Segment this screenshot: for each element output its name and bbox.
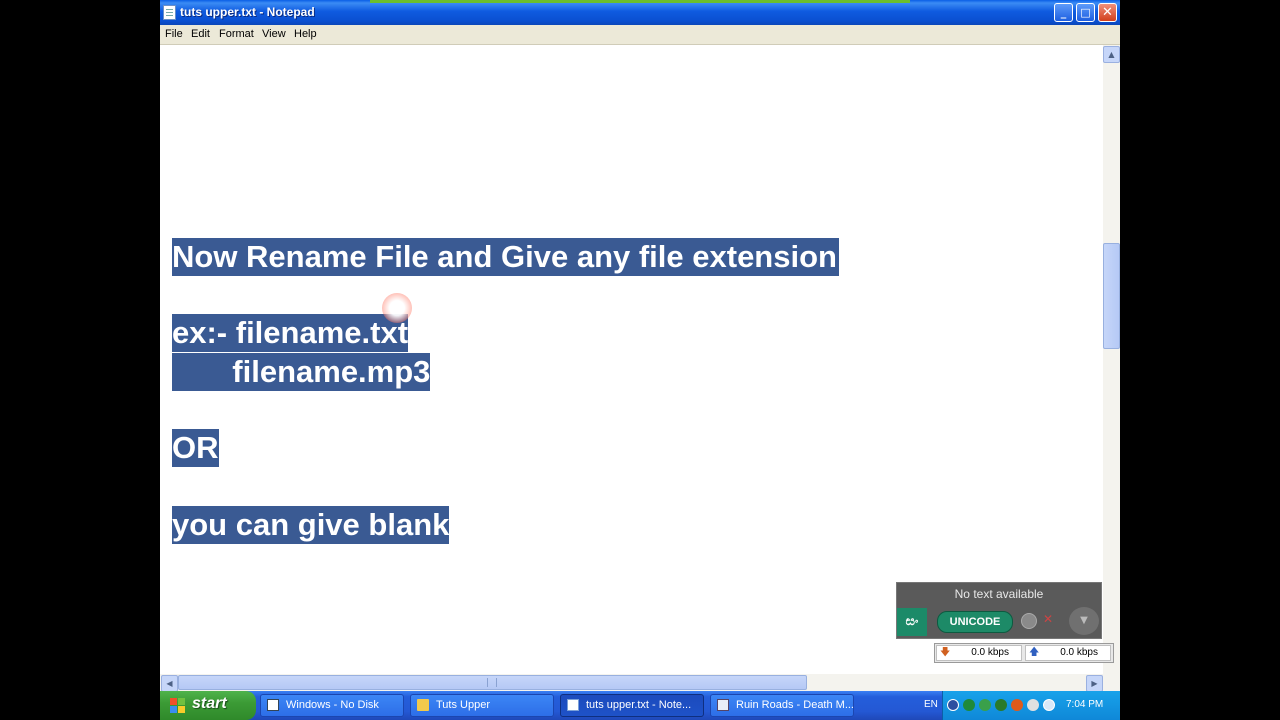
menu-format[interactable]: Format: [219, 28, 254, 40]
text-editor[interactable]: Now Rename File and Give any file extens…: [160, 45, 1103, 674]
task-label: Windows - No Disk: [286, 699, 379, 711]
vertical-scroll-thumb[interactable]: [1103, 243, 1120, 349]
text-line-example-2: filename.mp3: [172, 353, 431, 391]
scroll-grip: [487, 678, 497, 687]
start-button[interactable]: start: [160, 691, 256, 720]
scroll-left-button[interactable]: ◀: [161, 675, 178, 692]
security-icon[interactable]: [1011, 699, 1023, 711]
vertical-scrollbar[interactable]: ▲: [1103, 45, 1120, 674]
clock[interactable]: 7:04 PM: [1066, 699, 1103, 710]
task-label: Ruin Roads - Death M...: [736, 699, 854, 711]
maximize-button[interactable]: □: [1076, 3, 1095, 22]
widget-status-text: No text available: [954, 587, 1044, 601]
system-tray: 7:04 PM: [942, 691, 1120, 720]
close-button[interactable]: ✕: [1098, 3, 1117, 22]
unicode-converter-widget: No text available සං UNICODE ✕ ▼: [896, 582, 1102, 639]
text-line-example: ex:- filename.txt: [172, 314, 409, 352]
menu-view[interactable]: View: [262, 28, 286, 40]
text-line-or: OR: [172, 429, 219, 467]
text-line-blank: you can give blank: [172, 506, 450, 544]
notepad-icon: [567, 699, 579, 711]
green-strip: [370, 0, 910, 3]
mail-icon: [717, 699, 729, 711]
sinhala-logo-icon: සං: [897, 608, 927, 636]
menu-edit[interactable]: Edit: [191, 28, 210, 40]
unicode-mode-button[interactable]: UNICODE: [937, 611, 1013, 633]
widget-close-icon[interactable]: ✕: [1043, 612, 1053, 626]
download-arrow-icon: 🡇: [940, 647, 951, 658]
folder-icon: [417, 699, 429, 711]
scroll-up-button[interactable]: ▲: [1103, 46, 1120, 63]
download-speed: 🡇 0.0 kbps: [936, 645, 1022, 661]
horizontal-scrollbar[interactable]: ◀ ▶: [160, 674, 1120, 692]
widget-dropdown-button[interactable]: ▼: [1069, 607, 1099, 635]
window-title: tuts upper.txt - Notepad: [180, 5, 315, 19]
start-label: start: [192, 695, 227, 712]
upload-arrow-icon: 🡅: [1029, 647, 1040, 658]
upload-speed-value: 0.0 kbps: [1060, 647, 1098, 658]
network-meter: 🡇 0.0 kbps 🡅 0.0 kbps: [934, 643, 1114, 663]
task-tuts-upper[interactable]: Tuts Upper: [410, 694, 554, 717]
toggle-dot-icon[interactable]: [1021, 613, 1037, 629]
mouse-cursor-highlight: [382, 293, 412, 323]
title-bar[interactable]: tuts upper.txt - Notepad _ □ ✕: [160, 0, 1120, 25]
task-ruin-roads[interactable]: Ruin Roads - Death M...: [710, 694, 854, 717]
task-windows-no-disk[interactable]: Windows - No Disk: [260, 694, 404, 717]
menu-bar: File Edit Format View Help: [160, 25, 1120, 45]
windows-flag-icon: [170, 698, 186, 714]
task-notepad[interactable]: tuts upper.txt - Note...: [560, 694, 704, 717]
menu-file[interactable]: File: [165, 28, 183, 40]
horizontal-scroll-thumb[interactable]: [178, 675, 807, 690]
text-line-heading: Now Rename File and Give any file extens…: [172, 238, 839, 276]
task-label: tuts upper.txt - Note...: [586, 699, 692, 711]
task-label: Tuts Upper: [436, 699, 491, 711]
back-arrow-icon[interactable]: [947, 699, 959, 711]
volume-icon[interactable]: [1043, 699, 1055, 711]
scroll-right-button[interactable]: ▶: [1086, 675, 1103, 692]
notepad-icon: [163, 5, 176, 20]
window-icon: [267, 699, 279, 711]
shield-icon[interactable]: [963, 699, 975, 711]
upload-speed: 🡅 0.0 kbps: [1025, 645, 1111, 661]
menu-help[interactable]: Help: [294, 28, 317, 40]
app-icon[interactable]: [1027, 699, 1039, 711]
minimize-button[interactable]: _: [1054, 3, 1073, 22]
utility-icon[interactable]: [995, 699, 1007, 711]
language-indicator[interactable]: EN: [924, 699, 938, 710]
network-icon[interactable]: [979, 699, 991, 711]
taskbar: start Windows - No Disk Tuts Upper tuts …: [160, 691, 1120, 720]
download-speed-value: 0.0 kbps: [971, 647, 1009, 658]
notepad-window: tuts upper.txt - Notepad _ □ ✕ File Edit…: [160, 0, 1120, 720]
